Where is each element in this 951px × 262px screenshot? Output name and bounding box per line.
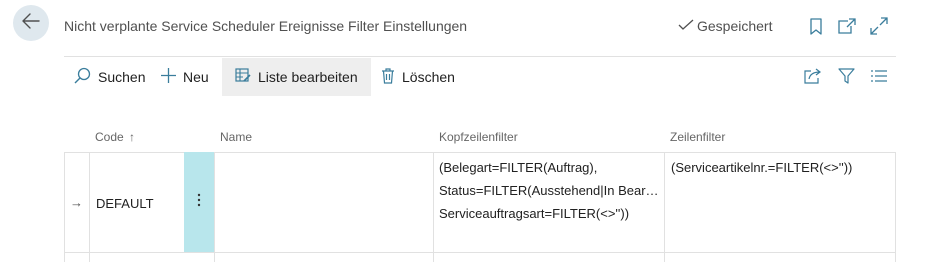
- saved-status: Gespeichert: [678, 18, 772, 34]
- row-bottom-border: [64, 252, 896, 253]
- search-icon: [74, 67, 91, 87]
- saved-status-label: Gespeichert: [697, 18, 773, 34]
- header-divider: [64, 56, 896, 57]
- grid-vline: [433, 152, 434, 262]
- column-header-name[interactable]: Name: [220, 130, 252, 144]
- grid-vline: [64, 152, 65, 262]
- column-header-code[interactable]: Code ↑: [95, 130, 135, 144]
- plus-icon: [161, 68, 176, 86]
- new-button[interactable]: Neu: [161, 58, 209, 96]
- grid-vline: [664, 152, 665, 262]
- bookmark-icon[interactable]: [807, 17, 825, 35]
- search-button[interactable]: Suchen: [74, 58, 145, 96]
- column-header-line-filter[interactable]: Zeilenfilter: [670, 130, 725, 144]
- filter-icon[interactable]: [836, 66, 856, 86]
- grid-vline: [214, 152, 215, 262]
- list-view-icon[interactable]: [869, 66, 889, 86]
- cell-line-filter[interactable]: (Serviceartikelnr.=FILTER(<>'')): [671, 160, 891, 175]
- grid-vline: [895, 152, 896, 262]
- edit-list-label: Liste bearbeiten: [258, 69, 358, 85]
- open-new-window-icon[interactable]: [838, 17, 856, 35]
- cell-header-filter-line: Serviceauftragsart=FILTER(<>'')): [439, 206, 630, 221]
- search-label: Suchen: [98, 69, 146, 85]
- delete-label: Löschen: [402, 69, 455, 85]
- checkmark-icon: [678, 18, 694, 34]
- row-indicator-arrow-icon: →: [70, 195, 83, 210]
- trash-icon: [381, 67, 395, 87]
- column-header-code-label: Code: [95, 130, 124, 144]
- column-header-header-filter[interactable]: Kopfzeilenfilter: [439, 130, 518, 144]
- expand-icon[interactable]: [870, 17, 888, 35]
- share-icon[interactable]: [803, 66, 823, 86]
- edit-list-button[interactable]: Liste bearbeiten: [222, 58, 371, 96]
- back-button[interactable]: [13, 5, 49, 41]
- more-vertical-icon: [197, 193, 201, 212]
- page-title: Nicht verplante Service Scheduler Ereign…: [64, 18, 468, 34]
- delete-button[interactable]: Löschen: [381, 58, 455, 96]
- edit-list-icon: [235, 68, 251, 86]
- cell-code[interactable]: DEFAULT: [96, 196, 154, 211]
- back-arrow-icon: [22, 12, 40, 34]
- row-actions-menu-button[interactable]: [184, 152, 214, 252]
- cell-header-filter-line: (Belegart=FILTER(Auftrag),: [439, 160, 598, 175]
- cell-header-filter-line: Status=FILTER(Ausstehend|In Bear…: [439, 183, 659, 198]
- sort-ascending-icon: ↑: [129, 130, 136, 144]
- new-label: Neu: [183, 69, 209, 85]
- grid-vline: [89, 152, 90, 262]
